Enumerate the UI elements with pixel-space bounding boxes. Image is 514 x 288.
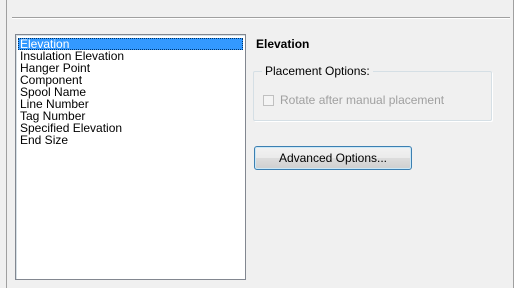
rotate-after-placement-label: Rotate after manual placement — [280, 93, 445, 107]
placement-options-label: Placement Options: — [262, 64, 373, 78]
list-item-end-size[interactable]: End Size — [18, 134, 243, 146]
rotate-after-placement-option[interactable]: Rotate after manual placement — [263, 93, 444, 107]
section-title: Elevation — [256, 37, 310, 51]
rotate-after-placement-checkbox[interactable] — [263, 94, 274, 106]
advanced-options-button[interactable]: Advanced Options... — [254, 146, 412, 170]
label-type-list[interactable]: Elevation Insulation Elevation Hanger Po… — [15, 34, 246, 280]
top-separator — [12, 17, 510, 19]
